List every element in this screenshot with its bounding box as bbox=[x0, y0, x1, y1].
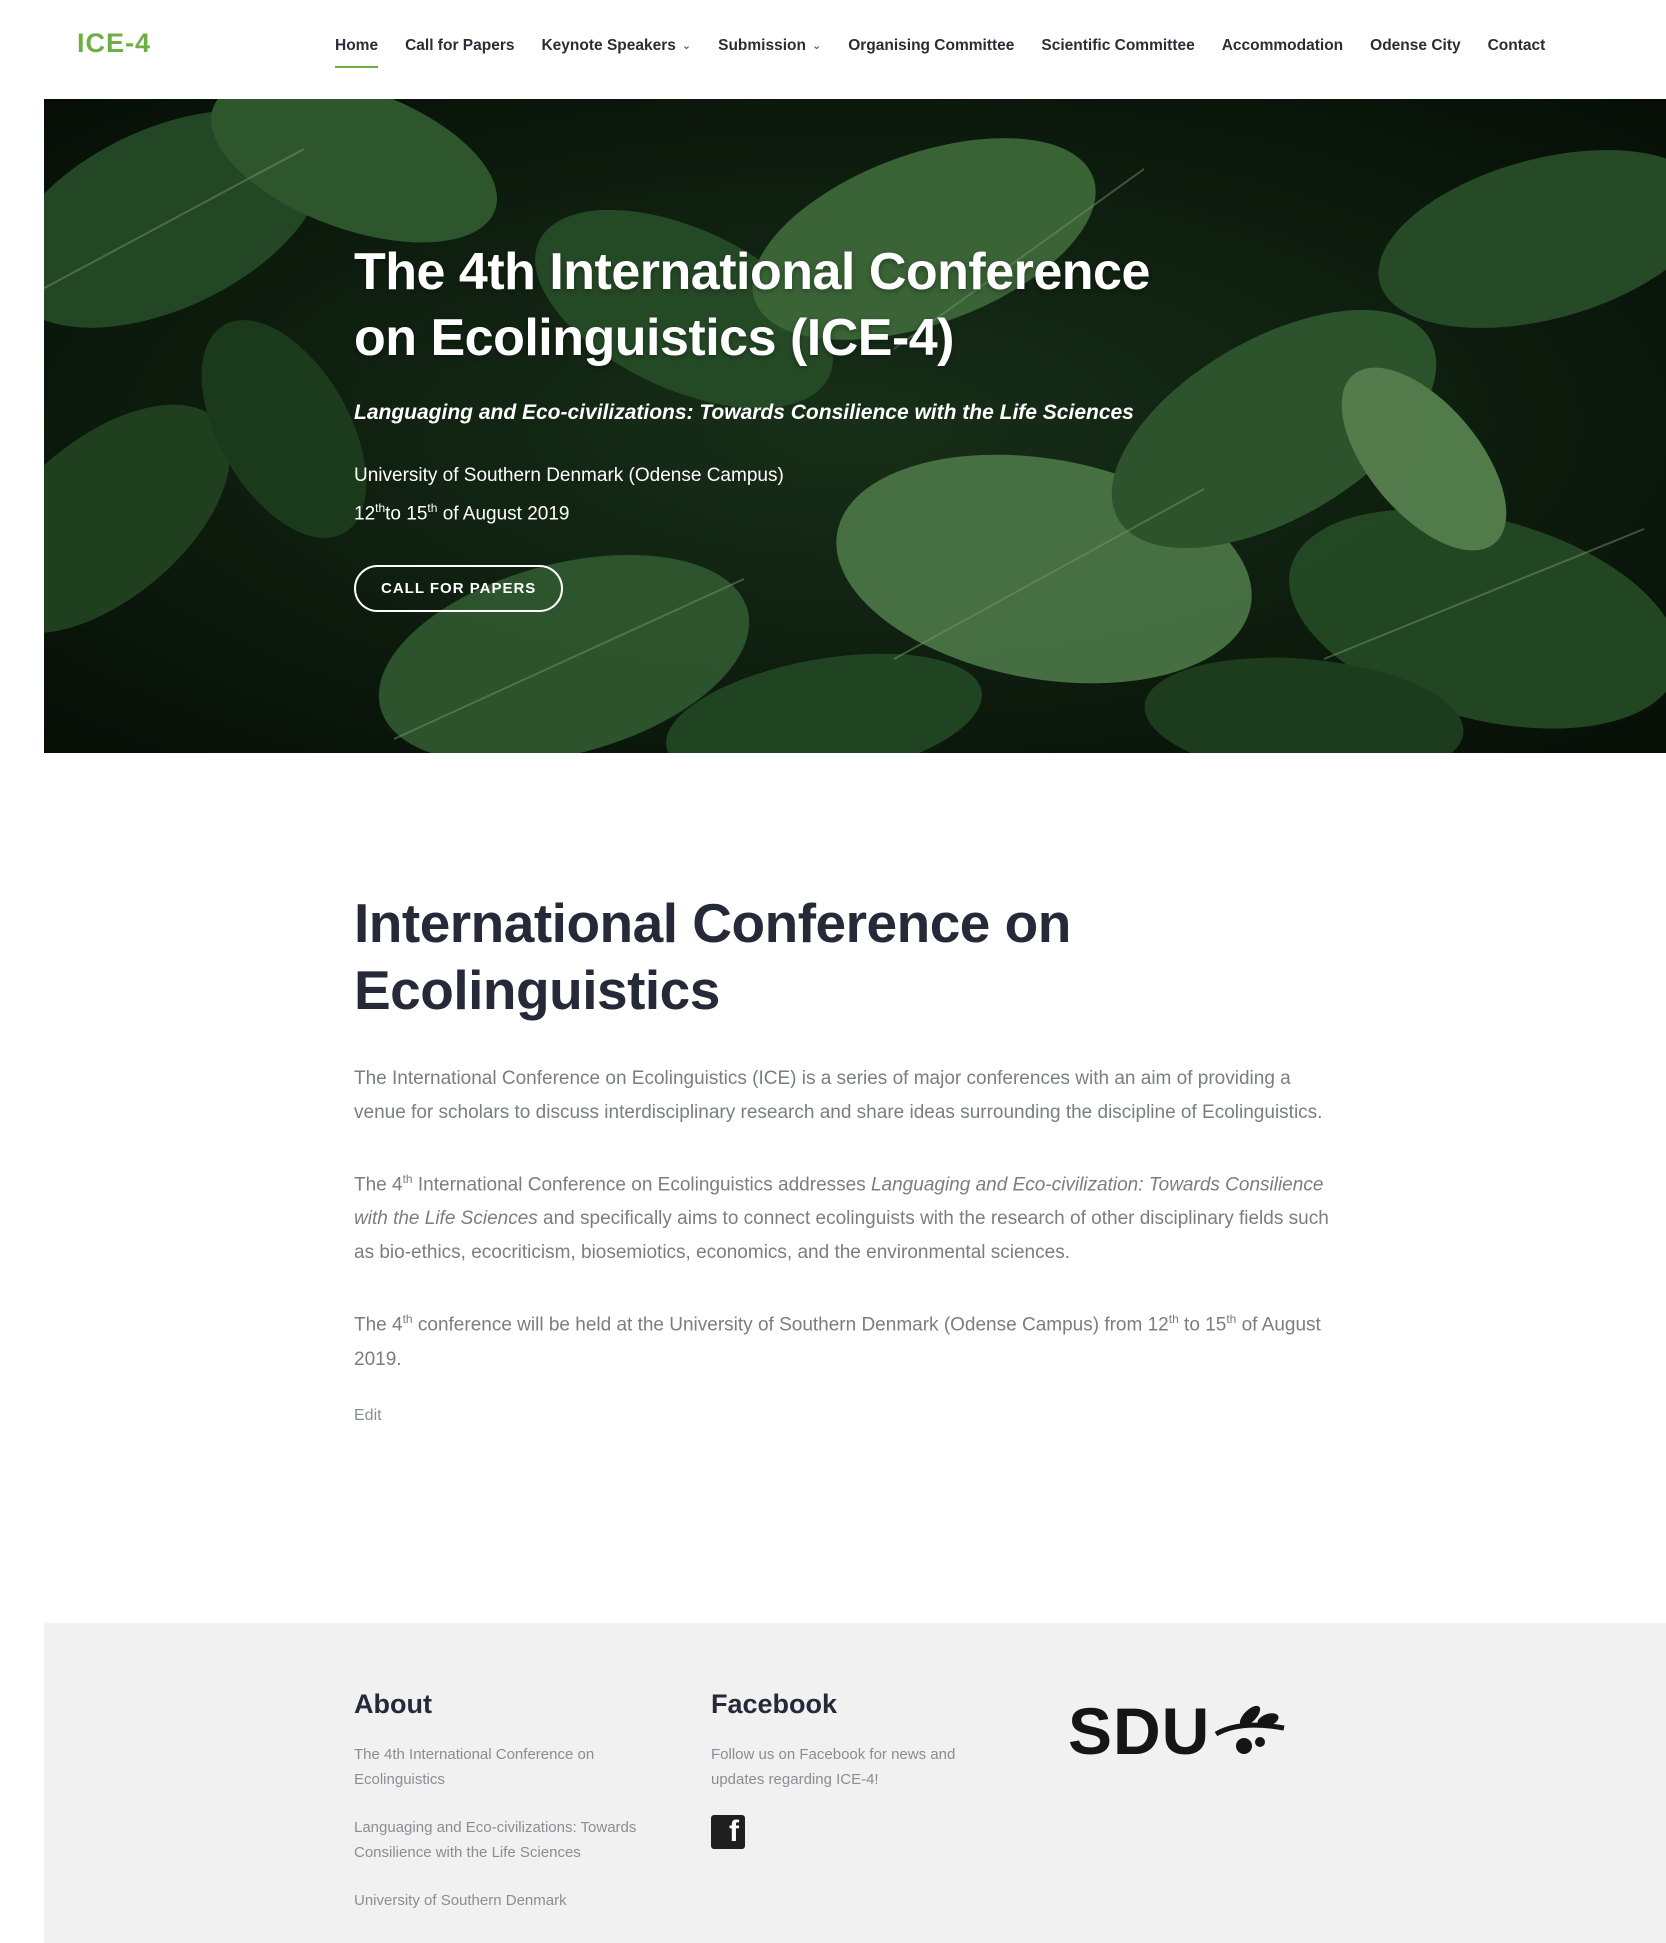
footer-facebook: Facebook Follow us on Facebook for news … bbox=[711, 1689, 1011, 1849]
site-header: ICE-4 Home Call for Papers Keynote Speak… bbox=[0, 0, 1666, 99]
call-for-papers-button[interactable]: CALL FOR PAPERS bbox=[354, 565, 564, 613]
nav-submission-label: Submission bbox=[718, 37, 806, 54]
venue-paragraph: The 4th conference will be held at the U… bbox=[354, 1302, 1344, 1376]
hero-title-line-1: The 4th International Conference bbox=[354, 243, 1150, 301]
hero-title: The 4th International Conference on Ecol… bbox=[354, 239, 1354, 371]
theme-text: International Conference on Ecolinguisti… bbox=[412, 1174, 871, 1196]
hero-banner: The 4th International Conference on Ecol… bbox=[44, 99, 1666, 753]
footer-facebook-title: Facebook bbox=[711, 1689, 838, 1719]
nav-accommodation[interactable]: Accommodation bbox=[1222, 37, 1343, 55]
sdu-leaf-icon bbox=[1215, 1705, 1285, 1754]
intro-paragraph: The International Conference on Ecolingu… bbox=[354, 1068, 1323, 1123]
hero-date-mid: to 15 bbox=[385, 503, 428, 525]
hero-content: The 4th International Conference on Ecol… bbox=[354, 239, 1354, 613]
venue-sup: th bbox=[1168, 1312, 1179, 1327]
site-footer: About The 4th International Conference o… bbox=[44, 1623, 1666, 1943]
hero-date-end: of August 2019 bbox=[437, 503, 570, 525]
site-logo[interactable]: ICE-4 bbox=[77, 28, 151, 59]
footer-about-title: About bbox=[354, 1689, 432, 1719]
footer-about: About The 4th International Conference o… bbox=[354, 1689, 654, 1936]
facebook-icon[interactable]: f bbox=[711, 1815, 745, 1849]
main-content: International Conference on Ecolinguisti… bbox=[354, 890, 1344, 1425]
footer-about-text: Languaging and Eco-civilizations: Toward… bbox=[354, 1819, 637, 1861]
venue-text: conference will be held at the Universit… bbox=[412, 1314, 1169, 1336]
hero-location: University of Southern Denmark (Odense C… bbox=[354, 465, 784, 486]
sdu-logo[interactable]: SDU bbox=[1068, 1693, 1290, 1769]
nav-odense-city-label: Odense City bbox=[1370, 37, 1461, 54]
venue-text: to 15 bbox=[1178, 1314, 1227, 1336]
sdu-logo-text: SDU bbox=[1068, 1694, 1211, 1768]
footer-about-text: The 4th International Conference on Ecol… bbox=[354, 1746, 595, 1788]
nav-keynote-speakers-label: Keynote Speakers bbox=[541, 37, 676, 54]
hero-date-sup: th bbox=[375, 501, 386, 515]
nav-submission[interactable]: Submission ⌄ bbox=[718, 37, 821, 55]
nav-accommodation-label: Accommodation bbox=[1221, 37, 1344, 54]
nav-organising-committee-label: Organising Committee bbox=[848, 37, 1015, 54]
nav-organising-committee[interactable]: Organising Committee bbox=[848, 37, 1014, 55]
hero-dates: 12thto 15th of August 2019 bbox=[354, 492, 1354, 530]
venue-text: The 4 bbox=[354, 1314, 403, 1336]
theme-sup: th bbox=[402, 1172, 413, 1186]
footer-about-text: University of Southern Denmark bbox=[354, 1892, 567, 1909]
venue-sup: th bbox=[402, 1312, 413, 1327]
edit-link[interactable]: Edit bbox=[354, 1407, 1344, 1425]
nav-home[interactable]: Home bbox=[335, 37, 379, 68]
nav-home-label: Home bbox=[335, 37, 379, 54]
nav-scientific-committee[interactable]: Scientific Committee bbox=[1041, 37, 1194, 55]
hero-subtitle: Languaging and Eco-civilizations: Toward… bbox=[354, 401, 1134, 424]
venue-sup: th bbox=[1226, 1312, 1237, 1327]
theme-text: The 4 bbox=[354, 1174, 403, 1196]
nav-contact[interactable]: Contact bbox=[1488, 37, 1546, 55]
nav-call-for-papers-label: Call for Papers bbox=[405, 37, 515, 54]
hero-title-line-2: on Ecolinguistics (ICE-4) bbox=[354, 309, 955, 367]
footer-facebook-text: Follow us on Facebook for news and updat… bbox=[711, 1746, 956, 1788]
hero-date-sup: th bbox=[427, 501, 438, 515]
hero-date-start: 12 bbox=[354, 503, 376, 525]
nav-contact-label: Contact bbox=[1487, 37, 1546, 54]
page-title: International Conference on Ecolinguisti… bbox=[354, 892, 1071, 1021]
theme-paragraph: The 4th International Conference on Ecol… bbox=[354, 1162, 1344, 1270]
nav-keynote-speakers[interactable]: Keynote Speakers ⌄ bbox=[541, 37, 691, 55]
nav-odense-city[interactable]: Odense City bbox=[1370, 37, 1460, 55]
chevron-down-icon: ⌄ bbox=[811, 39, 822, 52]
main-nav: Home Call for Papers Keynote Speakers ⌄ S… bbox=[335, 34, 1546, 68]
chevron-down-icon: ⌄ bbox=[681, 39, 692, 52]
nav-call-for-papers[interactable]: Call for Papers bbox=[405, 37, 514, 55]
nav-scientific-committee-label: Scientific Committee bbox=[1041, 37, 1195, 54]
